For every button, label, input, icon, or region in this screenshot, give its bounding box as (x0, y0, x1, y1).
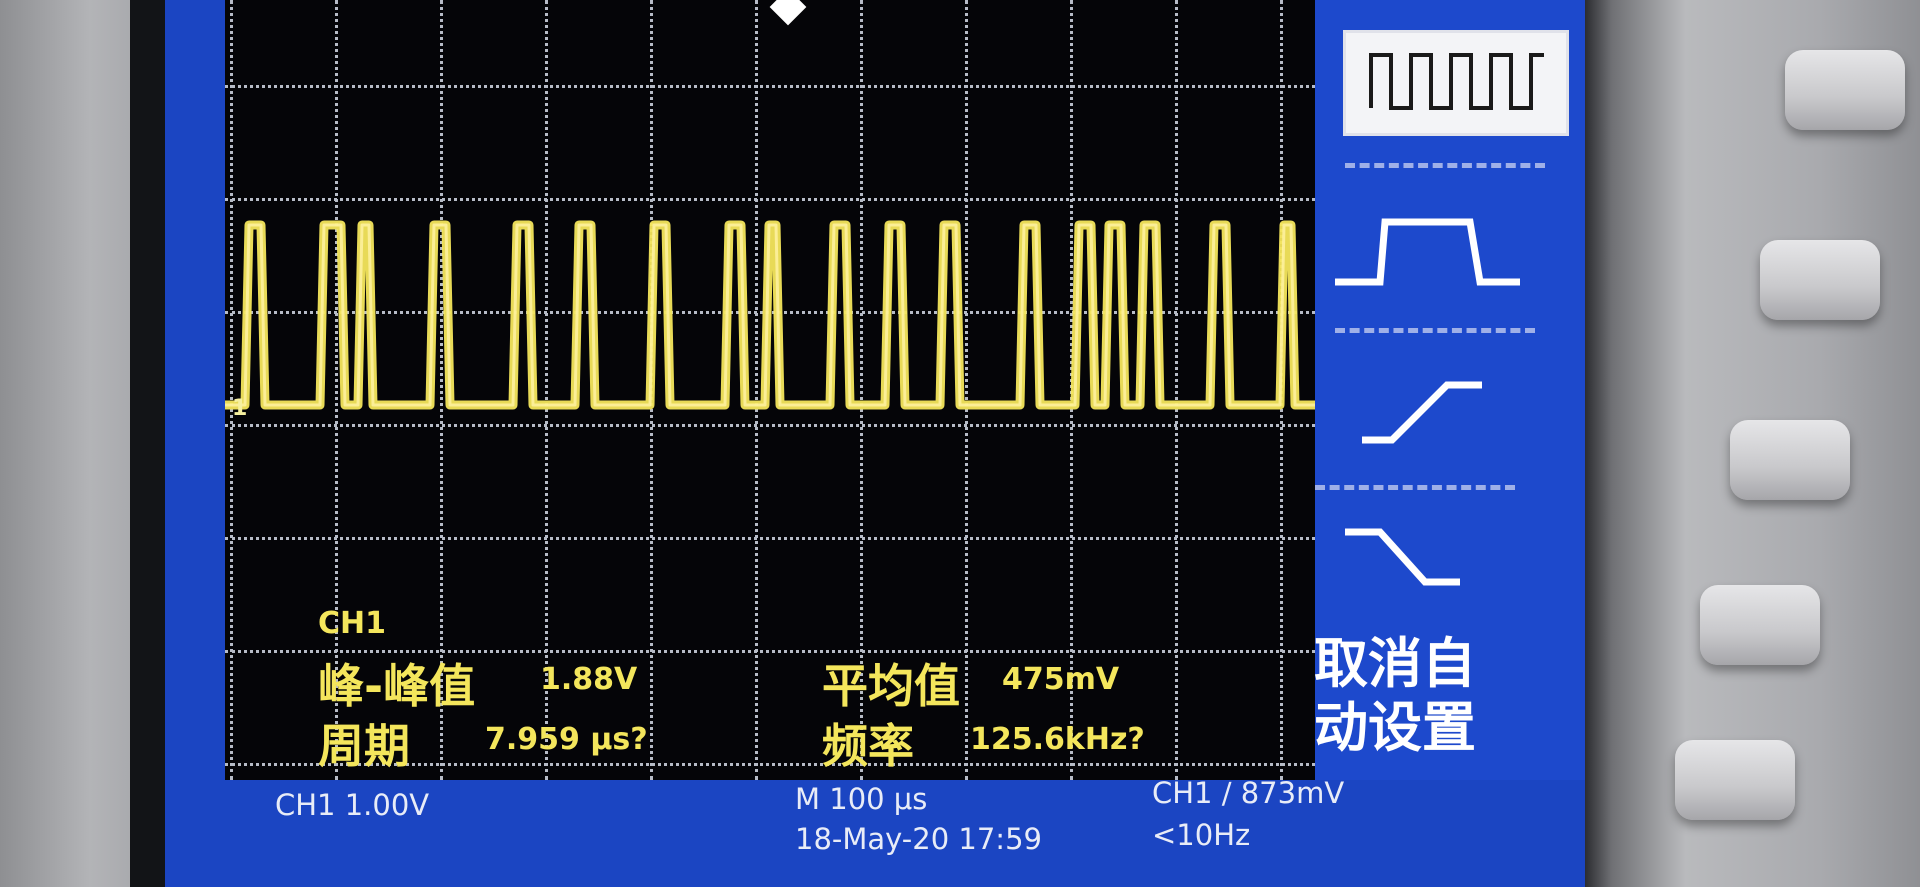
option-button-2[interactable] (1760, 240, 1880, 320)
pulse-icon[interactable] (1335, 200, 1525, 300)
ch1-trace (225, 220, 1315, 410)
option-button-1[interactable] (1785, 50, 1905, 130)
period-label: 周期 (318, 719, 410, 773)
cancel-autoset-label-line2: 动设置 (1314, 696, 1476, 759)
measurement-channel: CH1 (318, 606, 386, 641)
ch1-ground-marker: 1 (232, 396, 248, 421)
mean-value: 475mV (1002, 662, 1120, 697)
peak-to-peak-value: 1.88V (540, 662, 638, 697)
channel-scale-readout: CH1 1.00V (275, 788, 430, 822)
option-button-4[interactable] (1700, 585, 1820, 665)
frequency-value: 125.6kHz? (970, 722, 1145, 757)
peak-to-peak-label: 峰-峰值 (318, 659, 476, 713)
falling-edge-icon[interactable] (1345, 520, 1475, 600)
cancel-autoset-button[interactable]: 取消自 动设置 (1300, 632, 1490, 760)
cancel-autoset-label-line1: 取消自 (1314, 632, 1476, 695)
datetime-readout: 18-May-20 17:59 (795, 822, 1042, 856)
trigger-level-readout: CH1 ∕ 873mV (1152, 776, 1345, 810)
option-button-5[interactable] (1675, 740, 1795, 820)
pulse-train-icon (1369, 53, 1544, 110)
menu-divider (1335, 328, 1535, 333)
rising-edge-icon[interactable] (1362, 370, 1492, 450)
period-value: 7.959 μs? (485, 722, 648, 757)
timebase-readout: M 100 μs (795, 782, 928, 816)
menu-divider (1345, 163, 1545, 168)
option-button-3[interactable] (1730, 420, 1850, 500)
mean-label: 平均值 (822, 659, 960, 713)
menu-item-pulse-train[interactable] (1343, 30, 1569, 136)
trigger-frequency-readout: <10Hz (1152, 818, 1251, 852)
menu-divider (1315, 485, 1515, 490)
frequency-label: 频率 (822, 719, 914, 773)
